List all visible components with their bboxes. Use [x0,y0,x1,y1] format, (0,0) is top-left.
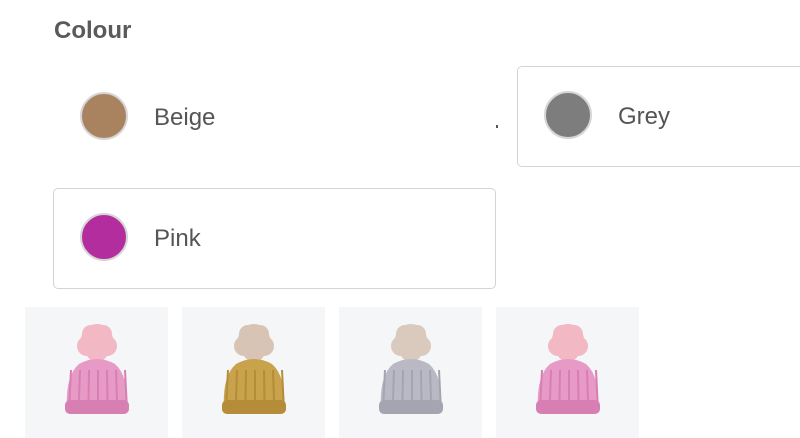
colour-option-grey[interactable]: Grey [517,66,800,167]
product-thumbnail-4[interactable] [496,307,639,438]
product-thumbnail-3[interactable] [339,307,482,438]
colour-option-beige[interactable]: Beige [53,67,496,168]
colour-option-label: Pink [154,224,201,252]
mustard-bobble-hat-icon [221,323,286,414]
pink-bobble-hat-icon [535,323,600,414]
colour-option-pink[interactable]: Pink [53,188,496,289]
pink-bobble-hat-icon [64,323,129,414]
product-thumbnail-1[interactable] [25,307,168,438]
grey-bobble-hat-icon [378,323,443,414]
divider-mark [496,125,498,128]
colour-option-label: Beige [154,103,216,131]
beige-swatch-icon [80,92,128,140]
pink-swatch-icon [80,213,128,261]
colour-option-label: Grey [618,102,671,130]
colour-heading: Colour [54,17,132,44]
grey-swatch-icon [544,91,592,139]
product-thumbnail-2[interactable] [182,307,325,438]
